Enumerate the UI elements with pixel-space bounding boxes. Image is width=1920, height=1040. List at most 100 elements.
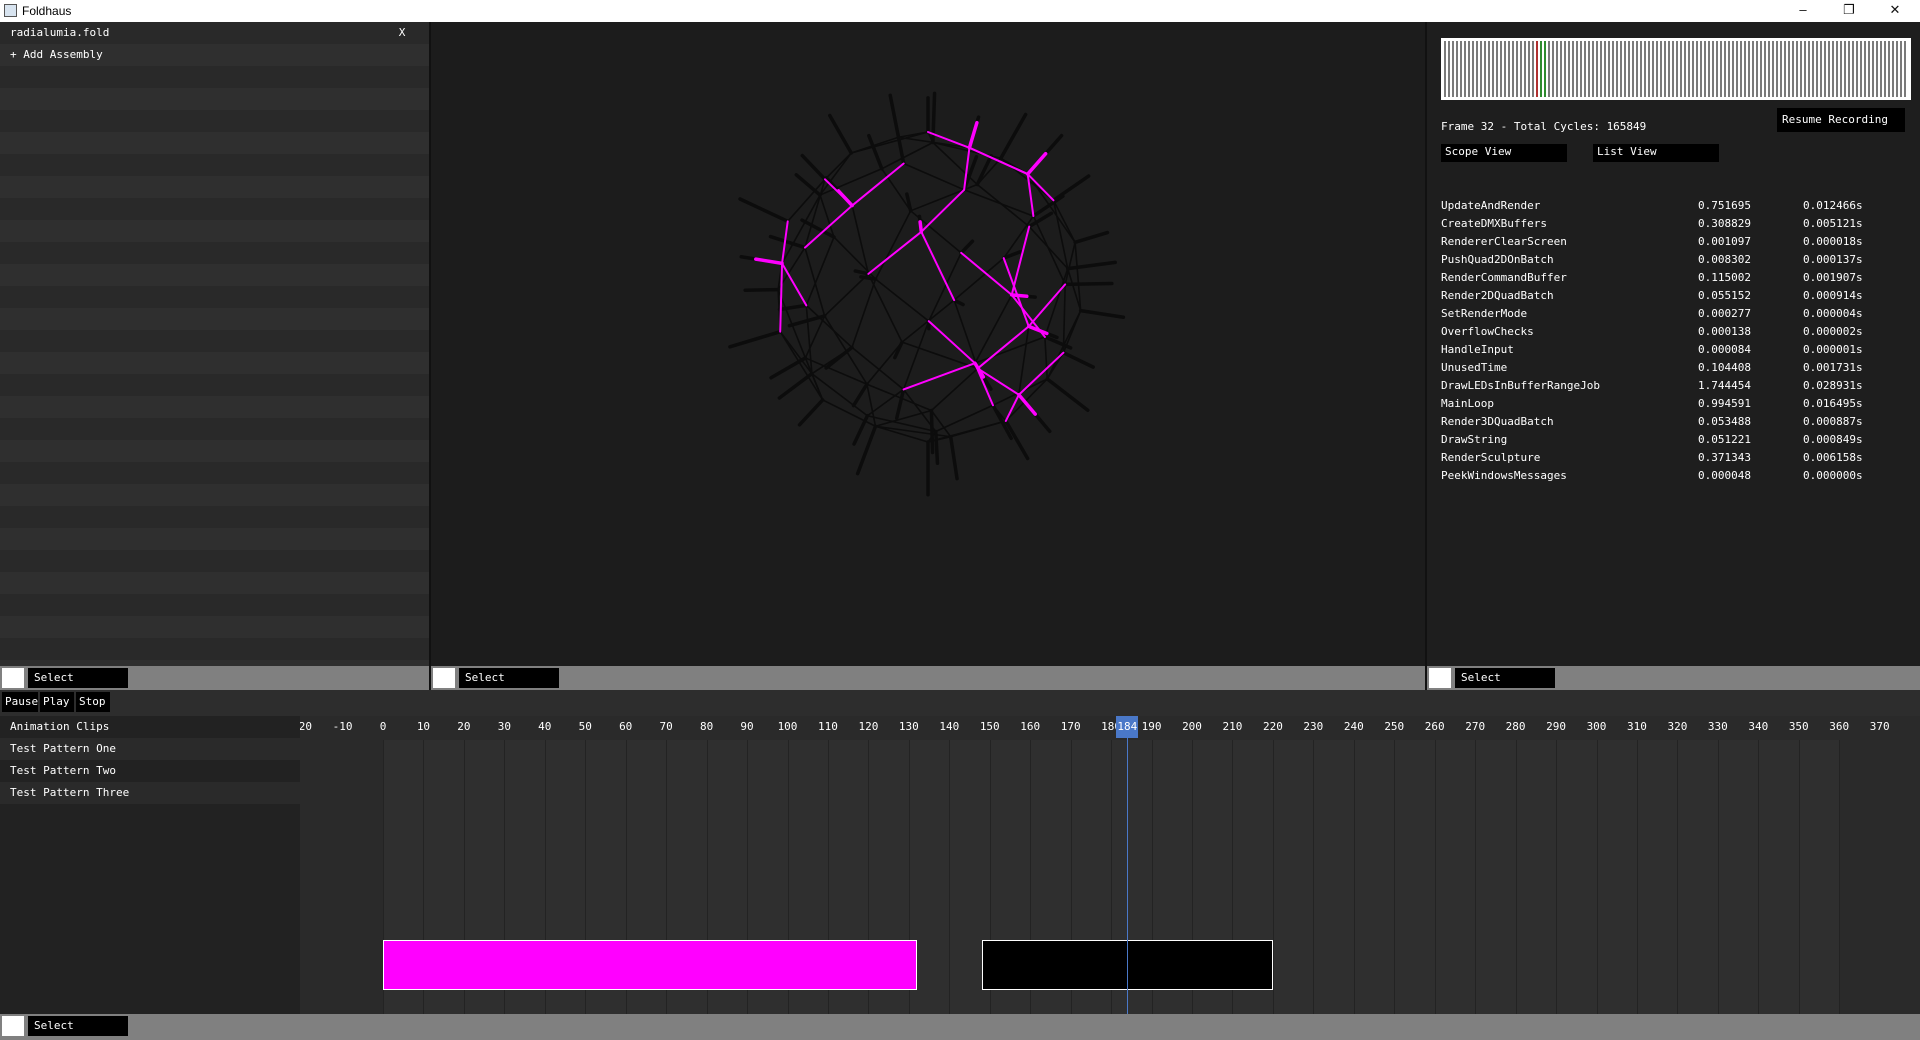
frame-bar[interactable] (1536, 41, 1538, 97)
frame-bar[interactable] (1556, 41, 1558, 97)
frame-bar[interactable] (1896, 41, 1898, 97)
frame-bar[interactable] (1780, 41, 1782, 97)
add-assembly-button[interactable]: + Add Assembly (10, 48, 103, 62)
frame-bar[interactable] (1744, 41, 1746, 97)
frame-bar[interactable] (1808, 41, 1810, 97)
select-mode-button[interactable]: Select (459, 668, 559, 688)
clip-list-item[interactable]: Test Pattern Two (0, 760, 300, 782)
frame-bar[interactable] (1764, 41, 1766, 97)
frame-bar[interactable] (1464, 41, 1466, 97)
frame-bar[interactable] (1500, 41, 1502, 97)
frame-bar[interactable] (1616, 41, 1618, 97)
frame-bar[interactable] (1892, 41, 1894, 97)
restore-button[interactable]: ❐ (1826, 0, 1872, 22)
frame-bar[interactable] (1768, 41, 1770, 97)
timeline-track-area[interactable] (300, 740, 1920, 1014)
frame-bar[interactable] (1668, 41, 1670, 97)
frame-bar[interactable] (1564, 41, 1566, 97)
frame-bar[interactable] (1812, 41, 1814, 97)
frame-bar[interactable] (1888, 41, 1890, 97)
pause-button[interactable]: Pause (2, 692, 38, 712)
mode-swatch[interactable] (2, 668, 24, 688)
frame-bar[interactable] (1816, 41, 1818, 97)
minimize-button[interactable]: – (1780, 0, 1826, 22)
frame-bar[interactable] (1600, 41, 1602, 97)
sculpture-viewport[interactable] (431, 22, 1425, 666)
frame-bar[interactable] (1572, 41, 1574, 97)
frame-bar[interactable] (1516, 41, 1518, 97)
resume-recording-button[interactable]: Resume Recording (1777, 108, 1905, 132)
frame-bar[interactable] (1448, 41, 1450, 97)
stop-button[interactable]: Stop (76, 692, 110, 712)
frame-bar[interactable] (1840, 41, 1842, 97)
frame-bar[interactable] (1552, 41, 1554, 97)
frame-bar[interactable] (1880, 41, 1882, 97)
close-window-button[interactable]: ✕ (1872, 0, 1918, 22)
frame-bar[interactable] (1460, 41, 1462, 97)
frame-bar[interactable] (1796, 41, 1798, 97)
frame-bar[interactable] (1904, 41, 1906, 97)
frame-bar[interactable] (1672, 41, 1674, 97)
frame-bar[interactable] (1640, 41, 1642, 97)
frame-bar[interactable] (1476, 41, 1478, 97)
frame-bar[interactable] (1688, 41, 1690, 97)
frame-bar[interactable] (1868, 41, 1870, 97)
frame-bar[interactable] (1684, 41, 1686, 97)
frame-bar[interactable] (1576, 41, 1578, 97)
frame-bar[interactable] (1740, 41, 1742, 97)
scope-view-tab[interactable]: Scope View (1441, 144, 1567, 162)
frame-bar[interactable] (1608, 41, 1610, 97)
select-mode-button[interactable]: Select (1455, 668, 1555, 688)
frame-bar[interactable] (1792, 41, 1794, 97)
frame-bar[interactable] (1628, 41, 1630, 97)
frame-bar[interactable] (1680, 41, 1682, 97)
frame-bar[interactable] (1736, 41, 1738, 97)
frame-bar[interactable] (1704, 41, 1706, 97)
frame-bar[interactable] (1512, 41, 1514, 97)
frame-bar[interactable] (1752, 41, 1754, 97)
frame-bar[interactable] (1728, 41, 1730, 97)
frame-bar[interactable] (1900, 41, 1902, 97)
frame-bar[interactable] (1884, 41, 1886, 97)
frame-bar[interactable] (1568, 41, 1570, 97)
frame-bar[interactable] (1724, 41, 1726, 97)
frame-bar[interactable] (1620, 41, 1622, 97)
frame-bar[interactable] (1828, 41, 1830, 97)
frame-bar[interactable] (1664, 41, 1666, 97)
frame-bar[interactable] (1708, 41, 1710, 97)
frame-bar[interactable] (1596, 41, 1598, 97)
frame-bar[interactable] (1652, 41, 1654, 97)
playhead-handle[interactable]: 184 (1116, 716, 1139, 738)
frame-bar[interactable] (1472, 41, 1474, 97)
frame-bar[interactable] (1484, 41, 1486, 97)
frame-bar[interactable] (1696, 41, 1698, 97)
frame-bar[interactable] (1848, 41, 1850, 97)
list-view-tab[interactable]: List View (1593, 144, 1719, 162)
frame-bar[interactable] (1612, 41, 1614, 97)
frame-bar[interactable] (1776, 41, 1778, 97)
frame-bar[interactable] (1584, 41, 1586, 97)
frame-bar[interactable] (1656, 41, 1658, 97)
frame-bar[interactable] (1820, 41, 1822, 97)
frame-bar[interactable] (1456, 41, 1458, 97)
frame-bar[interactable] (1636, 41, 1638, 97)
frame-bar[interactable] (1532, 41, 1534, 97)
frame-bar[interactable] (1648, 41, 1650, 97)
play-button[interactable]: Play (40, 692, 74, 712)
select-mode-button[interactable]: Select (28, 668, 128, 688)
frame-bar[interactable] (1852, 41, 1854, 97)
frame-bar[interactable] (1788, 41, 1790, 97)
frame-bar[interactable] (1492, 41, 1494, 97)
frame-bar[interactable] (1540, 41, 1542, 97)
frame-bar[interactable] (1644, 41, 1646, 97)
frame-bar[interactable] (1836, 41, 1838, 97)
frame-bar[interactable] (1856, 41, 1858, 97)
mode-swatch[interactable] (433, 668, 455, 688)
animation-block[interactable] (383, 940, 917, 990)
frame-bar[interactable] (1760, 41, 1762, 97)
frame-bar[interactable] (1800, 41, 1802, 97)
frame-history-graph[interactable] (1441, 38, 1911, 100)
mode-swatch[interactable] (2, 1016, 24, 1036)
frame-bar[interactable] (1488, 41, 1490, 97)
timeline-panel[interactable]: -20 -10 0 10 20 30 40 50 60 70 80 90 100 110 120 130 140… (300, 716, 1920, 1014)
